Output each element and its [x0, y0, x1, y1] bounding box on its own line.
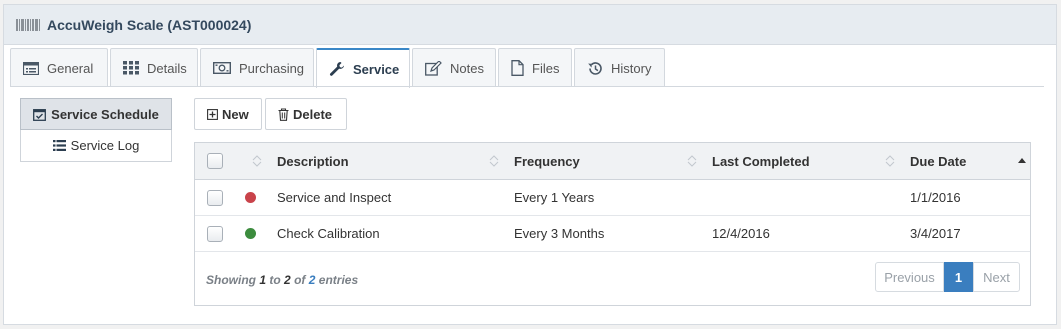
next-page-button[interactable]: Next — [973, 262, 1020, 292]
last-completed-cell: 12/4/2016 — [712, 226, 770, 241]
status-cell — [245, 216, 256, 251]
info-of-word: of — [294, 273, 306, 287]
grid-toolbar: New Delete — [194, 98, 350, 130]
service-log-label: Service Log — [70, 138, 140, 153]
delete-label: Delete — [293, 106, 333, 122]
status-dot-icon — [245, 228, 256, 239]
delete-button[interactable]: Delete — [265, 98, 347, 130]
barcode-icon — [16, 18, 41, 31]
service-log-button[interactable]: Service Log — [20, 130, 172, 162]
panel-title: AccuWeigh Scale (AST000024) — [47, 16, 252, 33]
column-header-last-completed[interactable]: Last Completed — [712, 143, 810, 179]
table-row[interactable]: Service and Inspect Every 1 Years 1/1/20… — [195, 180, 1030, 216]
service-schedule-label: Service Schedule — [51, 106, 159, 122]
tab-bar: General Details Purchasing Service Notes… — [10, 48, 667, 88]
info-total: 2 — [308, 273, 316, 287]
due-date-cell: 1/1/2016 — [910, 190, 961, 205]
tab-general[interactable]: General — [10, 48, 108, 87]
row-checkbox[interactable] — [207, 189, 223, 206]
calendar-check-icon — [33, 108, 47, 121]
info-to-word: to — [269, 273, 281, 287]
select-all-checkbox[interactable] — [207, 153, 223, 169]
tab-label: Files — [532, 60, 560, 76]
service-schedule-table: Description Frequency Last Completed Due… — [194, 142, 1031, 306]
due-date-cell: 3/4/2017 — [910, 226, 961, 241]
frequency-cell: Every 3 Months — [514, 226, 605, 241]
info-from: 1 — [259, 273, 267, 287]
table-row[interactable]: Check Calibration Every 3 Months 12/4/20… — [195, 216, 1030, 252]
tab-label: Purchasing — [239, 60, 305, 76]
money-icon — [213, 62, 231, 74]
select-all-cell — [207, 143, 223, 179]
tab-label: General — [47, 60, 94, 76]
description-cell: Check Calibration — [277, 226, 380, 241]
column-header-frequency[interactable]: Frequency — [514, 143, 580, 179]
tab-purchasing[interactable]: Purchasing — [200, 48, 314, 87]
tab-details[interactable]: Details — [110, 48, 198, 87]
service-side-nav: Service Schedule Service Log — [20, 98, 172, 162]
info-entries-word: entries — [318, 273, 359, 287]
file-icon — [511, 60, 524, 76]
table-footer: Showing 1 to 2 of 2 entries Previous 1 N… — [195, 253, 1030, 305]
tab-label: Notes — [450, 60, 484, 76]
tab-divider — [10, 86, 1044, 87]
column-header-description[interactable]: Description — [277, 143, 349, 179]
plus-square-icon — [207, 108, 218, 120]
sort-icon[interactable] — [885, 154, 895, 168]
sort-icon[interactable] — [489, 154, 499, 168]
page-number-button[interactable]: 1 — [944, 262, 973, 292]
status-cell — [245, 180, 256, 215]
tab-notes[interactable]: Notes — [412, 48, 496, 87]
previous-page-button[interactable]: Previous — [875, 262, 944, 292]
column-header-due-date[interactable]: Due Date — [910, 143, 966, 179]
trash-icon — [278, 107, 289, 121]
tab-label: Details — [147, 60, 187, 76]
description-cell: Service and Inspect — [277, 190, 392, 205]
sort-ascending-icon[interactable] — [1017, 156, 1027, 164]
info-prefix: Showing — [206, 273, 256, 287]
entries-info: Showing 1 to 2 of 2 entries — [206, 273, 358, 287]
tab-files[interactable]: Files — [498, 48, 572, 87]
row-checkbox-cell — [207, 216, 223, 251]
frequency-cell: Every 1 Years — [514, 190, 595, 205]
row-checkbox-cell — [207, 180, 223, 215]
sort-icon[interactable] — [687, 154, 697, 168]
list-icon — [52, 140, 66, 151]
grid-icon — [123, 61, 139, 75]
panel-header: AccuWeigh Scale (AST000024) — [4, 5, 1056, 45]
tab-history[interactable]: History — [574, 48, 665, 87]
info-to: 2 — [284, 273, 291, 287]
table-header: Description Frequency Last Completed Due… — [195, 143, 1030, 180]
edit-icon — [425, 60, 442, 76]
list-alt-icon — [23, 61, 39, 75]
row-checkbox[interactable] — [207, 225, 223, 242]
status-dot-icon — [245, 192, 256, 203]
sort-icon[interactable] — [252, 154, 262, 168]
tab-service[interactable]: Service — [316, 48, 410, 88]
tab-label: Service — [353, 61, 400, 77]
history-icon — [587, 61, 603, 76]
service-schedule-button[interactable]: Service Schedule — [20, 98, 172, 130]
new-label: New — [222, 106, 249, 122]
wrench-icon — [329, 61, 345, 77]
new-button[interactable]: New — [194, 98, 262, 130]
tab-label: History — [611, 60, 652, 76]
pagination: Previous 1 Next — [875, 262, 1020, 292]
